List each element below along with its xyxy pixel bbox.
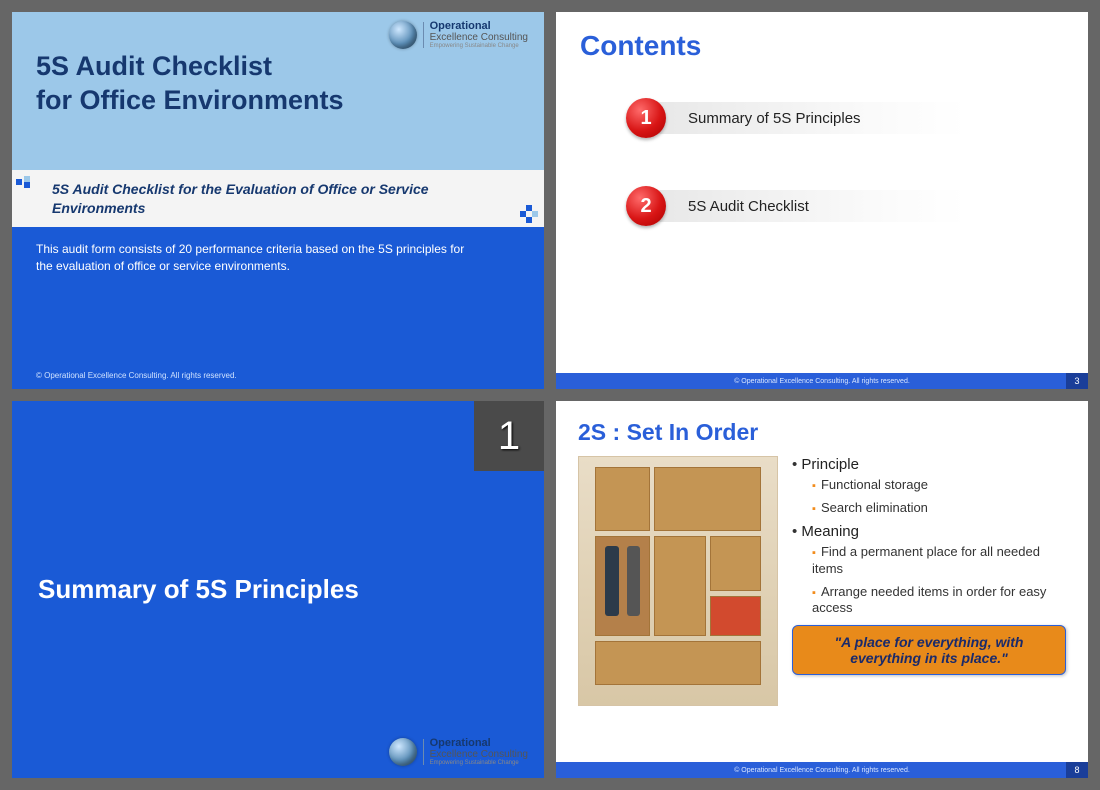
toc-item-1: 1 Summary of 5S Principles [626,98,1064,138]
toc-number-badge: 2 [626,186,666,226]
footer-bar: © Operational Excellence Consulting. All… [556,373,1088,389]
meaning-heading: Meaning [792,523,1066,540]
footer-bar: © Operational Excellence Consulting. All… [556,762,1088,778]
slide-1: Operational Excellence Consulting Empowe… [12,12,544,389]
slide-2-contents: Contents 1 Summary of 5S Principles 2 5S… [556,12,1088,389]
list-item: Arrange needed items in order for easy a… [812,584,1066,618]
decoration-right-icon [520,205,538,223]
quote-callout: "A place for everything, with everything… [792,625,1066,675]
slide-3-section: 1 Summary of 5S Principles Operational E… [12,401,544,778]
subtitle: 5S Audit Checklist for the Evaluation of… [36,180,520,216]
copyright: © Operational Excellence Consulting. All… [734,378,910,385]
globe-icon [389,21,417,49]
contents-title: Contents [580,30,1064,62]
logo-name: Operational [430,737,528,749]
logo-sub: Excellence Consulting [430,749,528,760]
page-number: 8 [1066,762,1088,778]
list-item: Functional storage [812,477,1066,494]
brand-logo: Operational Excellence Consulting Empowe… [389,20,528,49]
toc-label: Summary of 5S Principles [688,110,861,127]
toc-label: 5S Audit Checklist [688,198,809,215]
slide-4-set-in-order: 2S : Set In Order Principle Functional s… [556,401,1088,778]
copyright: © Operational Excellence Consulting. All… [36,370,237,381]
principle-heading: Principle [792,456,1066,473]
list-item: Search elimination [812,500,1066,517]
body-panel: This audit form consists of 20 performan… [12,227,544,389]
toc-number-badge: 1 [626,98,666,138]
title-panel: Operational Excellence Consulting Empowe… [12,12,544,170]
page-number: 3 [1066,373,1088,389]
wardrobe-image [578,456,778,706]
list-item: Find a permanent place for all needed it… [812,544,1066,578]
logo-name: Operational [430,20,528,32]
copyright: © Operational Excellence Consulting. All… [734,767,910,774]
content-list: Principle Functional storage Search elim… [792,456,1066,745]
slide-title: 2S : Set In Order [578,419,1066,446]
logo-tag: Empowering Sustainable Change [430,760,528,766]
body-text: This audit form consists of 20 performan… [36,241,472,275]
logo-tag: Empowering Sustainable Change [430,43,528,49]
logo-sub: Excellence Consulting [430,32,528,43]
globe-icon [389,738,417,766]
brand-logo: Operational Excellence Consulting Empowe… [389,737,528,766]
section-title: Summary of 5S Principles [38,574,359,605]
section-number-box: 1 [474,401,544,471]
toc-item-2: 2 5S Audit Checklist [626,186,1064,226]
decoration-left-icon [16,176,36,188]
subtitle-panel: 5S Audit Checklist for the Evaluation of… [12,170,544,226]
main-title: 5S Audit Checklist for Office Environmen… [36,50,520,118]
